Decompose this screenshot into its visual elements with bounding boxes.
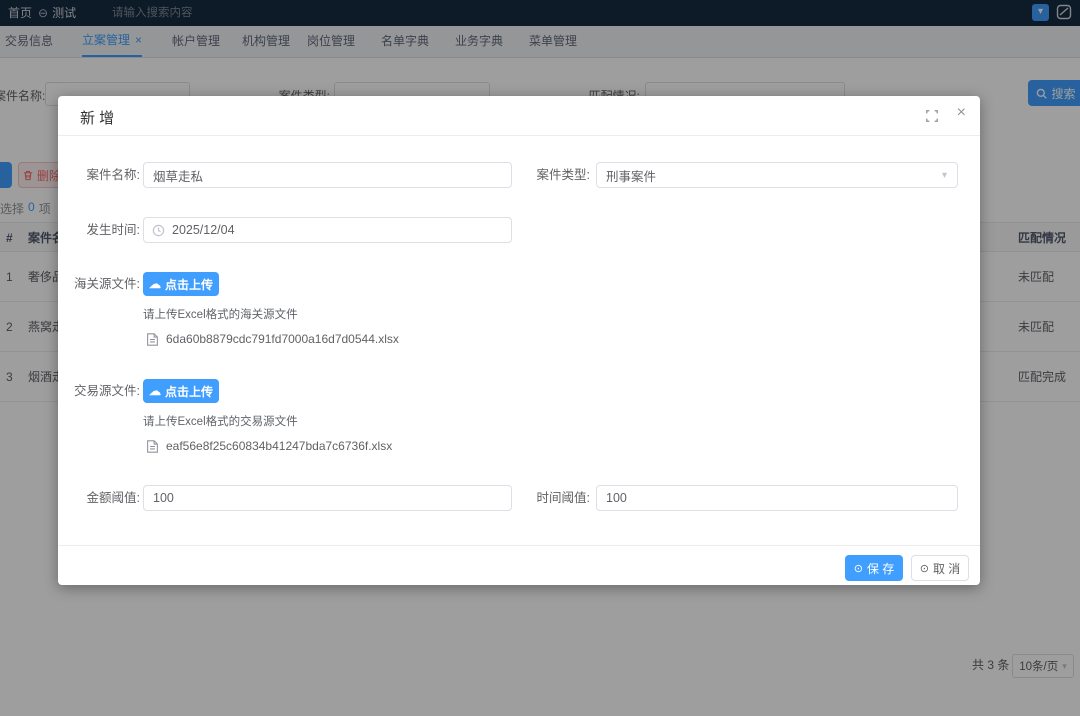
close-icon[interactable]: ×	[957, 104, 966, 122]
document-icon	[146, 333, 159, 346]
trade-file-item[interactable]: eaf56e8f25c60834b41247bda7c6736f.xlsx	[146, 439, 392, 453]
customs-file-name: 6da60b8879cdc791fd7000a16d7d0544.xlsx	[166, 332, 399, 346]
cancel-button[interactable]: ⊙ 取 消	[911, 555, 969, 581]
footer-divider	[58, 545, 980, 546]
occur-time-input[interactable]	[143, 217, 512, 243]
time-threshold-input[interactable]	[596, 485, 958, 511]
document-icon	[146, 440, 159, 453]
customs-upload-button[interactable]: ☁ 点击上传	[143, 272, 219, 296]
circle-check-icon: ⊙	[854, 562, 863, 575]
trade-file-label: 交易源文件:	[58, 378, 140, 404]
case-name-label: 案件名称:	[58, 162, 140, 188]
cloud-upload-icon: ☁	[149, 277, 161, 291]
time-threshold-label: 时间阈值:	[508, 485, 590, 511]
clock-icon	[152, 224, 165, 237]
occur-time-label: 发生时间:	[58, 217, 140, 243]
trade-upload-tip: 请上传Excel格式的交易源文件	[143, 413, 298, 429]
circle-close-icon: ⊙	[920, 562, 929, 575]
dialog-title: 新 增	[80, 107, 114, 128]
customs-file-label: 海关源文件:	[58, 271, 140, 297]
chevron-down-icon: ▾	[942, 170, 947, 181]
case-type-select[interactable]	[596, 162, 958, 188]
case-name-input[interactable]	[143, 162, 512, 188]
fullscreen-icon[interactable]	[925, 109, 940, 124]
trade-upload-button[interactable]: ☁ 点击上传	[143, 379, 219, 403]
trade-file-name: eaf56e8f25c60834b41247bda7c6736f.xlsx	[166, 439, 392, 453]
amount-threshold-input[interactable]	[143, 485, 512, 511]
save-button[interactable]: ⊙ 保 存	[845, 555, 903, 581]
customs-file-item[interactable]: 6da60b8879cdc791fd7000a16d7d0544.xlsx	[146, 332, 399, 346]
amount-threshold-label: 金额阈值:	[58, 485, 140, 511]
cloud-upload-icon: ☁	[149, 384, 161, 398]
dialog-header: 新 增 ×	[58, 96, 980, 136]
case-type-label: 案件类型:	[508, 162, 590, 188]
add-case-dialog: 新 增 × 案件名称: 案件类型: ▾ 发生时间: 海关源文件: ☁ 点击上传 …	[58, 96, 980, 585]
customs-upload-tip: 请上传Excel格式的海关源文件	[143, 306, 298, 322]
